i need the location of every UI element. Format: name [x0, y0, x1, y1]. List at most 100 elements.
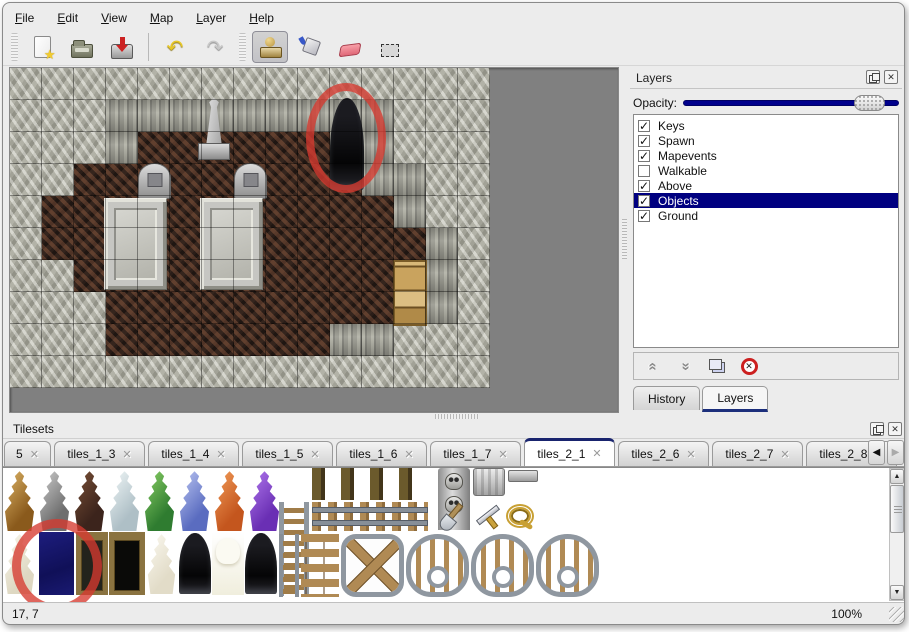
stamp-tool-button[interactable]: [252, 31, 288, 63]
undo-button[interactable]: ↶: [157, 31, 193, 63]
checkbox-checked[interactable]: ✓: [638, 150, 650, 162]
scroll-tabs-right-button[interactable]: ▶: [887, 440, 904, 465]
map-canvas[interactable]: [9, 67, 619, 413]
checkbox-checked[interactable]: ✓: [638, 120, 650, 132]
layer-row-walkable[interactable]: Walkable: [634, 163, 898, 178]
tile-rail-curve[interactable]: [406, 534, 469, 597]
tile-door-frame-black[interactable]: [109, 532, 145, 595]
tile-rail-curve[interactable]: [536, 534, 599, 597]
scrollbar-down-icon[interactable]: ▼: [890, 585, 904, 600]
layer-row-spawn[interactable]: ✓Spawn: [634, 133, 898, 148]
close-panel-icon[interactable]: ✕: [884, 70, 898, 84]
tab-close-icon[interactable]: ✕: [404, 448, 413, 461]
tile-orange-crystal[interactable]: [213, 470, 246, 531]
redo-button[interactable]: ↷: [197, 31, 233, 63]
duplicate-layer-button[interactable]: [706, 355, 728, 377]
tile-rail-vertical[interactable]: [279, 534, 299, 597]
tile-cave-arch[interactable]: [179, 533, 211, 594]
tileset-tab-tiles_2_7[interactable]: tiles_2_7✕: [712, 441, 803, 466]
checkbox-checked[interactable]: ✓: [638, 195, 650, 207]
toolbar-handle[interactable]: [11, 33, 18, 61]
tile-rail-curve[interactable]: [471, 534, 534, 597]
tileset-tab-tiles_2_1[interactable]: tiles_2_1✕: [524, 438, 615, 466]
tile-gold-rock[interactable]: [3, 470, 36, 531]
tile-door-frame-dark[interactable]: [76, 532, 108, 595]
menu-file[interactable]: File: [15, 11, 34, 25]
menu-view[interactable]: View: [101, 11, 127, 25]
checkbox-checked[interactable]: ✓: [638, 180, 650, 192]
opacity-slider-handle[interactable]: [854, 95, 885, 111]
float-panel-icon[interactable]: [870, 422, 884, 436]
layer-row-keys[interactable]: ✓Keys: [634, 118, 898, 133]
tileset-view[interactable]: [3, 467, 905, 602]
open-file-button[interactable]: [64, 31, 100, 63]
tile-rope-coil[interactable]: [506, 504, 534, 528]
vertical-splitter[interactable]: [621, 67, 629, 413]
tile-snow-tile[interactable]: [212, 532, 244, 595]
layer-row-objects[interactable]: ✓Objects: [634, 193, 898, 208]
tile-column-capital[interactable]: [473, 468, 505, 496]
tile-wood-beams[interactable]: [312, 468, 428, 500]
tileset-tab-tiles_1_6[interactable]: tiles_1_6✕: [336, 441, 427, 466]
tab-close-icon[interactable]: ✕: [592, 447, 601, 460]
tab-close-icon[interactable]: ✕: [216, 448, 225, 461]
menu-layer[interactable]: Layer: [196, 11, 226, 25]
raise-layer-button[interactable]: «: [642, 355, 664, 377]
tile-pale-rock[interactable]: [3, 533, 36, 594]
tile-shovel[interactable]: [438, 501, 470, 531]
tile-pale-rock[interactable]: [146, 533, 177, 594]
tab-close-icon[interactable]: ✕: [122, 448, 131, 461]
tile-sword[interactable]: [472, 501, 502, 531]
tab-close-icon[interactable]: ✕: [310, 448, 319, 461]
fill-tool-button[interactable]: [292, 31, 328, 63]
tab-close-icon[interactable]: ✕: [686, 448, 695, 461]
close-panel-icon[interactable]: ✕: [888, 422, 902, 436]
tileset-tiles[interactable]: [3, 468, 905, 497]
opacity-slider[interactable]: [683, 95, 899, 111]
layer-list[interactable]: ✓Keys✓Spawn✓MapeventsWalkable✓Above✓Obje…: [633, 114, 899, 348]
tab-layers[interactable]: Layers: [702, 386, 768, 412]
eraser-tool-button[interactable]: [332, 31, 368, 63]
menu-edit[interactable]: Edit: [57, 11, 78, 25]
layer-row-ground[interactable]: ✓Ground: [634, 208, 898, 223]
tileset-tab-tiles_1_3[interactable]: tiles_1_3✕: [54, 441, 145, 466]
tile-rail-horizontal[interactable]: [312, 502, 428, 531]
tile-cave-arch[interactable]: [245, 533, 277, 594]
checkbox-checked[interactable]: ✓: [638, 135, 650, 147]
save-file-button[interactable]: [104, 31, 140, 63]
tile-gray-rock[interactable]: [38, 470, 71, 531]
float-panel-icon[interactable]: [866, 70, 880, 84]
checkbox-unchecked[interactable]: [638, 165, 650, 177]
tileset-tab-tiles_1_4[interactable]: tiles_1_4✕: [148, 441, 239, 466]
tile-purple-crystal[interactable]: [248, 470, 281, 531]
menu-map[interactable]: Map: [150, 11, 173, 25]
tile-blue-crystal[interactable]: [178, 470, 211, 531]
tileset-tab-tiles_2_6[interactable]: tiles_2_6✕: [618, 441, 709, 466]
tile-rail-crossing[interactable]: [341, 534, 404, 597]
select-tool-button[interactable]: [372, 31, 408, 63]
scroll-tabs-left-button[interactable]: ◀: [868, 440, 885, 465]
toolbar-handle[interactable]: [239, 33, 246, 61]
tileset-tab-tiles_1_5[interactable]: tiles_1_5✕: [242, 441, 333, 466]
delete-layer-button[interactable]: ✕: [738, 355, 760, 377]
new-file-button[interactable]: ★: [24, 31, 60, 63]
tile-ice-rock[interactable]: [108, 470, 141, 531]
tile-dark-blue-cave-wall[interactable]: [39, 532, 74, 595]
tile-rail-ties[interactable]: [301, 534, 339, 597]
tab-history[interactable]: History: [633, 386, 700, 410]
tile-brown-rock[interactable]: [73, 470, 106, 531]
tile-green-crystal[interactable]: [143, 470, 176, 531]
tileset-scrollbar[interactable]: ▲ ▼: [889, 468, 905, 601]
menu-help[interactable]: Help: [249, 11, 274, 25]
tab-close-icon[interactable]: ✕: [498, 448, 507, 461]
scrollbar-up-icon[interactable]: ▲: [890, 469, 904, 484]
layer-row-above[interactable]: ✓Above: [634, 178, 898, 193]
window-resize-grip[interactable]: [889, 607, 904, 622]
tab-close-icon[interactable]: ✕: [780, 448, 789, 461]
tab-close-icon[interactable]: ✕: [30, 448, 39, 461]
tileset-tab-tiles_1_7[interactable]: tiles_1_7✕: [430, 441, 521, 466]
lower-layer-button[interactable]: «: [674, 355, 696, 377]
layer-row-mapevents[interactable]: ✓Mapevents: [634, 148, 898, 163]
scrollbar-thumb[interactable]: [890, 485, 904, 533]
tile-stone-beam[interactable]: [508, 470, 538, 482]
